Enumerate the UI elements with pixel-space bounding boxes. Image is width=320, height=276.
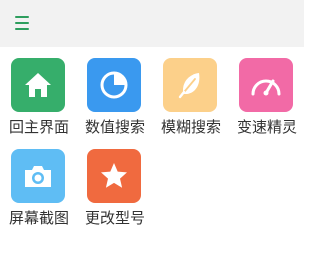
grid-item-speed-hack[interactable]: 变速精灵	[234, 58, 304, 148]
grid-item-screenshot[interactable]: 屏幕截图	[6, 149, 76, 239]
grid-item-label-screenshot: 屏幕截图	[8, 209, 69, 227]
grid-item-label-home: 回主界面	[8, 118, 69, 136]
screenshot-tile[interactable]	[11, 149, 65, 203]
grid-item-label-speed-hack: 变速精灵	[236, 118, 297, 136]
speedometer-icon	[251, 79, 281, 96]
camera-icon	[25, 166, 51, 187]
grid-item-value-search[interactable]: 数值搜索	[82, 58, 152, 148]
home-icon	[25, 73, 51, 97]
grid-item-label-fuzzy-search: 模糊搜索	[160, 118, 221, 136]
home-tile[interactable]	[11, 58, 65, 112]
hamburger-menu-icon[interactable]	[12, 13, 34, 33]
value-search-tile[interactable]	[87, 58, 141, 112]
grid-item-label-change-model: 更改型号	[84, 209, 145, 227]
top-toolbar	[0, 0, 304, 47]
feather-icon	[178, 73, 200, 99]
pie-chart-icon	[100, 71, 128, 99]
grid-item-label-value-search: 数值搜索	[84, 118, 145, 136]
speed-hack-tile[interactable]	[239, 58, 293, 112]
fuzzy-search-tile[interactable]	[163, 58, 217, 112]
grid-item-home[interactable]: 回主界面	[6, 58, 76, 148]
change-model-tile[interactable]	[87, 149, 141, 203]
grid-item-change-model[interactable]: 更改型号	[82, 149, 152, 239]
star-icon	[101, 163, 127, 188]
grid-item-fuzzy-search[interactable]: 模糊搜索	[158, 58, 228, 148]
